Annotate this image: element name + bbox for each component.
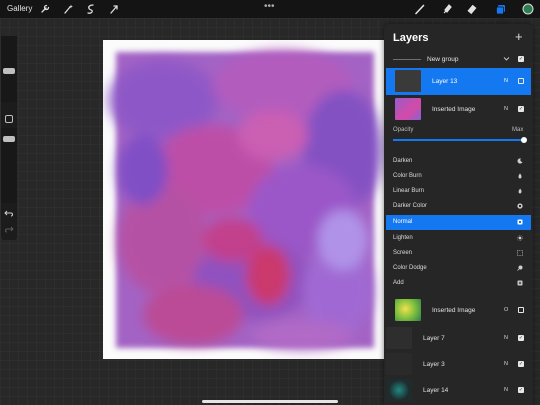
opacity-slider-track[interactable] [393, 139, 523, 141]
blend-mode-darken[interactable]: Darken [386, 154, 531, 169]
group-label: New group [427, 56, 459, 63]
layer-group-row[interactable]: New group ✓ [384, 52, 533, 67]
layer-blend-mode[interactable]: N [504, 78, 508, 84]
blend-mode-label: Darken [393, 158, 413, 164]
blend-mode-label: Color Dodge [393, 265, 427, 271]
blend-mode-label: Add [393, 280, 404, 286]
layer-label: Inserted Image [432, 307, 476, 314]
layer-blend-mode[interactable]: N [504, 106, 508, 112]
group-visibility-checkbox[interactable]: ✓ [518, 56, 524, 62]
layer-visibility-checkbox[interactable]: ✓ [518, 361, 524, 367]
layer-label: Layer 13 [432, 78, 458, 85]
panel-title: Layers [393, 32, 429, 44]
canvas[interactable] [103, 40, 385, 359]
blend-mode-label: Darker Color [393, 203, 428, 209]
layer-label: Layer 14 [423, 387, 449, 394]
screen-icon [517, 250, 523, 256]
opacity-slider[interactable] [1, 128, 17, 203]
layer-blend-mode[interactable]: N [504, 361, 508, 367]
home-indicator[interactable] [202, 400, 338, 403]
layer-thumbnail [395, 70, 421, 92]
layer-row[interactable]: Layer 7 N ✓ [384, 325, 533, 352]
blend-mode-screen[interactable]: Screen [386, 246, 531, 261]
opacity-handle[interactable] [3, 136, 15, 142]
normal-icon [517, 219, 523, 225]
darker-color-icon [517, 203, 523, 209]
layer-visibility-checkbox[interactable]: ✓ [518, 335, 524, 341]
layer-visibility-checkbox[interactable]: ✓ [518, 106, 524, 112]
selection-icon[interactable] [85, 3, 97, 15]
layer-label: Layer 7 [423, 335, 445, 342]
opacity-slider-knob[interactable] [521, 137, 527, 143]
chevron-down-icon[interactable] [503, 56, 510, 62]
blend-mode-normal[interactable]: Normal [386, 215, 531, 230]
sun-icon [517, 235, 523, 241]
layer-blend-mode[interactable]: O [504, 307, 508, 313]
color-burn-icon [518, 173, 522, 179]
layer-thumbnail [395, 299, 421, 321]
opacity-max-label: Max [512, 127, 524, 133]
layer-row[interactable]: Inserted Image N ✓ [384, 96, 533, 123]
redo-icon[interactable] [4, 224, 14, 234]
layer-thumbnail [395, 98, 421, 120]
add-icon [517, 280, 523, 286]
blend-mode-color-dodge[interactable]: Color Dodge [386, 261, 531, 276]
modify-button[interactable] [5, 115, 13, 123]
color-swatch[interactable] [522, 3, 534, 15]
blend-mode-add[interactable]: Add [386, 276, 531, 291]
more-options-icon[interactable]: ••• [264, 1, 275, 12]
layer-label: Inserted Image [432, 106, 476, 113]
layers-panel: Layers + New group ✓ Layer 13 N Inserted… [384, 24, 533, 405]
blend-mode-label: Color Burn [393, 173, 422, 179]
watercolor-artwork [108, 50, 383, 350]
add-layer-button[interactable]: + [515, 29, 523, 44]
panel-pointer [496, 17, 508, 24]
blend-mode-label: Linear Burn [393, 188, 425, 194]
layer-label: Layer 3 [423, 361, 445, 368]
layer-thumbnail [386, 327, 412, 349]
transform-icon[interactable] [108, 3, 120, 15]
magic-wand-icon[interactable] [62, 3, 74, 15]
brush-size-slider[interactable] [1, 36, 17, 102]
group-line [393, 59, 421, 60]
layer-blend-mode[interactable]: N [504, 387, 508, 393]
flame-icon [518, 188, 522, 194]
moon-icon [517, 158, 523, 164]
brush-icon[interactable] [414, 3, 426, 15]
blend-mode-lighten[interactable]: Lighten [386, 231, 531, 246]
blend-mode-label: Screen [393, 250, 413, 256]
layer-row-selected[interactable]: Layer 13 N [386, 68, 531, 95]
blend-mode-label: Lighten [393, 235, 413, 241]
gallery-button[interactable]: Gallery [7, 4, 32, 13]
opacity-label: Opacity [393, 127, 414, 133]
layer-row[interactable]: Inserted Image O [384, 297, 533, 324]
eraser-icon[interactable] [467, 3, 479, 15]
color-dodge-icon [517, 265, 523, 271]
layers-icon[interactable] [495, 3, 507, 15]
layer-thumbnail [386, 379, 412, 401]
layer-visibility-checkbox[interactable] [518, 78, 524, 84]
undo-icon[interactable] [4, 208, 14, 218]
layer-thumbnail [386, 353, 412, 375]
blend-mode-label: Normal [393, 219, 413, 225]
wrench-icon[interactable] [39, 3, 51, 15]
layer-row[interactable]: Layer 14 N ✓ [384, 377, 533, 404]
left-sidebar [1, 36, 17, 240]
blend-mode-darker-color[interactable]: Darker Color [386, 199, 531, 214]
layer-visibility-checkbox[interactable] [518, 307, 524, 313]
brush-size-handle[interactable] [3, 68, 15, 74]
layer-row[interactable]: Layer 3 N ✓ [384, 351, 533, 378]
top-toolbar: Gallery ••• [0, 0, 540, 18]
blend-mode-color-burn[interactable]: Color Burn [386, 169, 531, 184]
blend-mode-linear-burn[interactable]: Linear Burn [386, 184, 531, 199]
layer-visibility-checkbox[interactable]: ✓ [518, 387, 524, 393]
layer-blend-mode[interactable]: N [504, 335, 508, 341]
smudge-icon[interactable] [441, 3, 453, 15]
